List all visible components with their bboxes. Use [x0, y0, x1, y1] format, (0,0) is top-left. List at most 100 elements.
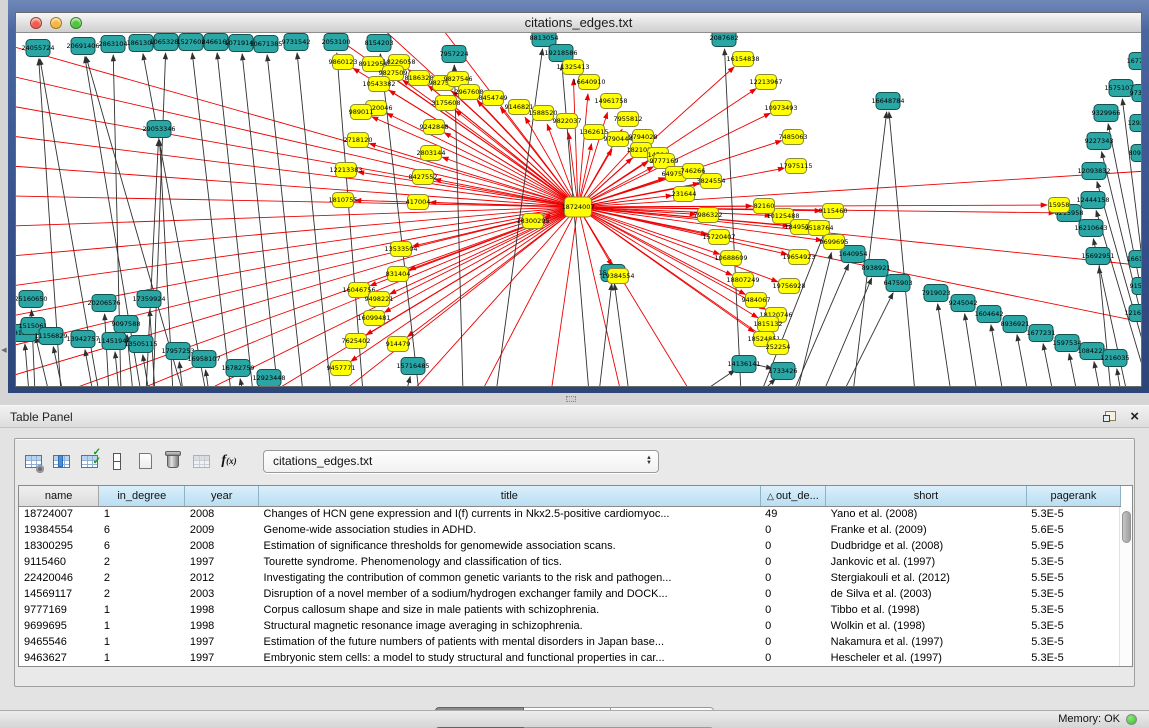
network-window-titlebar[interactable]: citations_edges.txt	[16, 13, 1141, 33]
column-header-title[interactable]: title	[259, 486, 761, 506]
import-table-icon[interactable]	[187, 447, 215, 475]
column-header-year[interactable]: year	[185, 486, 259, 506]
table-cell[interactable]: 1	[99, 634, 185, 650]
table-cell[interactable]: Embryonic stem cells: a model to study s…	[259, 650, 761, 666]
table-cell[interactable]: 5.3E-5	[1026, 586, 1120, 602]
table-cell[interactable]: Stergiakouli et al. (2012)	[826, 570, 1027, 586]
table-cell[interactable]: 18724007	[19, 506, 99, 522]
column-header-out_de[interactable]: △out_de...	[760, 486, 826, 506]
float-panel-icon[interactable]	[1103, 411, 1116, 422]
panel-splitter[interactable]	[0, 393, 1149, 405]
table-cell[interactable]: 0	[760, 522, 826, 538]
table-cell[interactable]: Tourette syndrome. Phenomenology and cla…	[259, 554, 761, 570]
table-cell[interactable]: 9777169	[19, 602, 99, 618]
table-cell[interactable]: 1997	[185, 554, 259, 570]
table-cell[interactable]: 5.3E-5	[1026, 506, 1120, 522]
column-header-short[interactable]: short	[826, 486, 1027, 506]
select-rows-icon[interactable]: ✓✓	[75, 447, 103, 475]
table-row[interactable]: 969969511998Structural magnetic resonanc…	[19, 618, 1121, 634]
table-row[interactable]: 1830029562008Estimation of significance …	[19, 538, 1121, 554]
table-cell[interactable]: 0	[760, 570, 826, 586]
table-cell[interactable]: 1997	[185, 634, 259, 650]
table-cell[interactable]: 9115460	[19, 554, 99, 570]
column-header-name[interactable]: name	[19, 486, 99, 506]
table-row[interactable]: 911546021997Tourette syndrome. Phenomeno…	[19, 554, 1121, 570]
table-cell[interactable]: 0	[760, 634, 826, 650]
table-cell[interactable]: 0	[760, 650, 826, 666]
table-cell[interactable]: 9465546	[19, 634, 99, 650]
table-scrollbar[interactable]	[1119, 507, 1132, 666]
table-row[interactable]: 977716911998Corpus callosum shape and si…	[19, 602, 1121, 618]
new-table-icon[interactable]	[131, 447, 159, 475]
close-panel-icon[interactable]: ×	[1130, 411, 1139, 422]
table-cell[interactable]: 9463627	[19, 650, 99, 666]
table-cell[interactable]: 9699695	[19, 618, 99, 634]
column-header-pagerank[interactable]: pagerank	[1026, 486, 1120, 506]
table-cell[interactable]: 49	[760, 506, 826, 522]
table-cell[interactable]: Estimation of significance thresholds fo…	[259, 538, 761, 554]
row-height-icon[interactable]	[103, 447, 131, 475]
table-cell[interactable]: 1	[99, 618, 185, 634]
table-cell[interactable]: 1998	[185, 618, 259, 634]
minimize-window-button[interactable]	[50, 17, 62, 29]
table-cell[interactable]: Disruption of a novel member of a sodium…	[259, 586, 761, 602]
table-cell[interactable]: 0	[760, 538, 826, 554]
table-selector[interactable]: citations_edges.txt ▲▼	[263, 450, 659, 473]
sidebar-collapse-arrow-icon[interactable]: ◀	[0, 346, 8, 354]
table-row[interactable]: 946554611997Estimation of the future num…	[19, 634, 1121, 650]
table-cell[interactable]: 19384554	[19, 522, 99, 538]
table-cell[interactable]: 5.6E-5	[1026, 522, 1120, 538]
table-cell[interactable]: 2009	[185, 522, 259, 538]
table-cell[interactable]: Estimation of the future numbers of pati…	[259, 634, 761, 650]
table-cell[interactable]: Tibbo et al. (1998)	[826, 602, 1027, 618]
table-row[interactable]: 2242004622012Investigating the contribut…	[19, 570, 1121, 586]
table-cell[interactable]: 0	[760, 602, 826, 618]
table-cell[interactable]: 1998	[185, 602, 259, 618]
table-cell[interactable]: 5.3E-5	[1026, 618, 1120, 634]
table-settings-icon[interactable]	[19, 447, 47, 475]
close-window-button[interactable]	[30, 17, 42, 29]
table-cell[interactable]: 5.3E-5	[1026, 650, 1120, 666]
table-cell[interactable]: 0	[760, 554, 826, 570]
table-cell[interactable]: Wolkin et al. (1998)	[826, 618, 1027, 634]
table-cell[interactable]: 5.3E-5	[1026, 602, 1120, 618]
table-cell[interactable]: 2012	[185, 570, 259, 586]
table-cell[interactable]: 0	[760, 618, 826, 634]
table-scrollbar-thumb[interactable]	[1122, 511, 1131, 543]
table-cell[interactable]: 2008	[185, 538, 259, 554]
table-cell[interactable]: 2	[99, 554, 185, 570]
network-canvas[interactable]: 2405572420691406286310418613041065328715…	[16, 33, 1141, 386]
table-row[interactable]: 1872400712008Changes of HCN gene express…	[19, 506, 1121, 522]
table-cell[interactable]: 2	[99, 586, 185, 602]
table-cell[interactable]: 5.9E-5	[1026, 538, 1120, 554]
table-cell[interactable]: Genome-wide association studies in ADHD.	[259, 522, 761, 538]
table-cell[interactable]: de Silva et al. (2003)	[826, 586, 1027, 602]
delete-table-icon[interactable]	[159, 447, 187, 475]
table-cell[interactable]: 5.3E-5	[1026, 554, 1120, 570]
table-cell[interactable]: 6	[99, 538, 185, 554]
table-cell[interactable]: Structural magnetic resonance image aver…	[259, 618, 761, 634]
function-builder-icon[interactable]: f(x)	[215, 447, 243, 475]
table-cell[interactable]: Corpus callosum shape and size in male p…	[259, 602, 761, 618]
table-cell[interactable]: Dudbridge et al. (2008)	[826, 538, 1027, 554]
table-cell[interactable]: Changes of HCN gene expression and I(f) …	[259, 506, 761, 522]
table-cell[interactable]: 2008	[185, 506, 259, 522]
table-cell[interactable]: Yano et al. (2008)	[826, 506, 1027, 522]
zoom-window-button[interactable]	[70, 17, 82, 29]
table-cell[interactable]: Hescheler et al. (1997)	[826, 650, 1027, 666]
table-cell[interactable]: 1	[99, 650, 185, 666]
table-cell[interactable]: 1	[99, 602, 185, 618]
table-row[interactable]: 1456911722003Disruption of a novel membe…	[19, 586, 1121, 602]
splitter-grip-icon[interactable]	[566, 396, 576, 402]
table-cell[interactable]: 2003	[185, 586, 259, 602]
table-cell[interactable]: 14569117	[19, 586, 99, 602]
table-cell[interactable]: 18300295	[19, 538, 99, 554]
table-cell[interactable]: 5.3E-5	[1026, 634, 1120, 650]
table-cell[interactable]: 0	[760, 586, 826, 602]
table-cell[interactable]: 1997	[185, 650, 259, 666]
table-cell[interactable]: 5.5E-5	[1026, 570, 1120, 586]
table-row[interactable]: 946362711997Embryonic stem cells: a mode…	[19, 650, 1121, 666]
table-row[interactable]: 1938455462009Genome-wide association stu…	[19, 522, 1121, 538]
table-cell[interactable]: 1	[99, 506, 185, 522]
table-cell[interactable]: 2	[99, 570, 185, 586]
